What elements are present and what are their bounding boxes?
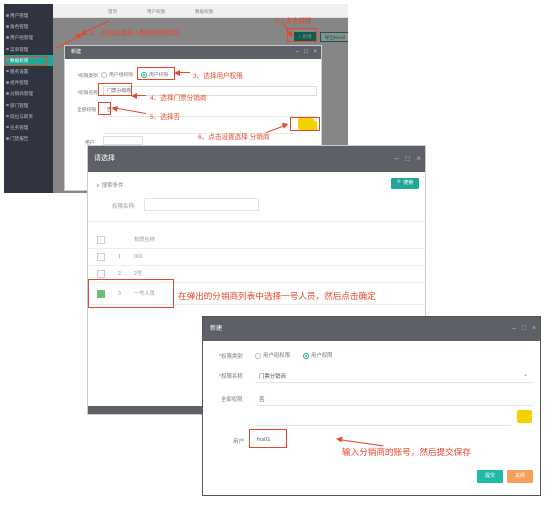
divider xyxy=(255,405,533,406)
name-label: *权限名称 xyxy=(77,91,99,96)
chevron-down-icon[interactable]: ⌄ xyxy=(523,371,528,378)
row-checkbox[interactable] xyxy=(97,253,105,261)
close-icon[interactable]: × xyxy=(532,317,536,341)
radio-group-option[interactable]: 用户组权限 xyxy=(255,351,290,359)
minimize-icon[interactable]: – xyxy=(512,317,516,341)
minimize-icon[interactable]: – xyxy=(395,146,399,172)
sidebar-item[interactable]: 用户组管理 xyxy=(4,32,53,43)
select-distributor-button[interactable] xyxy=(517,410,532,423)
callout-select: 在弹出的分销商列表中选择一号人员，然后点击确定 xyxy=(178,291,376,301)
select-all-checkbox[interactable] xyxy=(97,236,105,244)
sidebar-item[interactable]: 门禁报告 xyxy=(4,133,53,144)
new-permission-filled-dialog: 新建 – □ × *权限类别 用户组权限 用户权限 *权限名称 门票分销商 ⌄ … xyxy=(202,316,541,496)
highlight-row xyxy=(88,279,174,308)
sidebar-item[interactable]: 分销商管理 xyxy=(4,88,53,99)
radio-group-option[interactable]: 用户组权限 xyxy=(101,71,133,78)
search-button-label: 搜索 xyxy=(403,180,414,186)
table-row[interactable]: 1 003 xyxy=(88,249,425,266)
dialog-title: 请选择 xyxy=(94,155,115,162)
maximize-icon[interactable]: □ xyxy=(522,317,526,341)
sidebar-item[interactable]: 部门管理 xyxy=(4,100,53,111)
maximize-icon[interactable]: □ xyxy=(405,146,410,172)
divider xyxy=(103,116,317,117)
name-select[interactable]: 门票分销商 xyxy=(259,372,286,380)
callout-6: 6、点击设置选择 分销商 xyxy=(198,134,270,141)
divider xyxy=(255,425,510,426)
radio-selected-icon xyxy=(303,352,309,359)
submit-button[interactable]: 提交 xyxy=(477,470,503,483)
all-select[interactable]: 否 xyxy=(259,395,264,403)
highlight-data-permission xyxy=(5,56,47,66)
highlight-user-input xyxy=(249,429,287,448)
callout-3: 3、选择用户权限 xyxy=(193,73,243,80)
callout-input: 输入分销商的账号，然后提交保存 xyxy=(342,447,471,457)
close-button[interactable]: 关闭 xyxy=(507,470,533,483)
radio-user-option[interactable]: 用户权限 xyxy=(303,351,333,359)
tab-home[interactable]: 首页 xyxy=(108,7,117,16)
callout-1: 1、点击设置进入数据权限页面 xyxy=(90,30,180,37)
sidebar-item[interactable]: 角色管理 xyxy=(4,21,53,32)
close-icon[interactable]: × xyxy=(313,46,317,59)
type-label: *权限类别 xyxy=(77,74,99,79)
close-icon[interactable]: × xyxy=(416,146,421,172)
type-label: *权限类别 xyxy=(219,354,243,360)
radio-label: 用户权限 xyxy=(311,353,333,359)
sidebar: 用户管理 角色管理 用户组管理 菜单管理 数据权限 服务设置 组件管理 分销商管理 部门管理 岗位… xyxy=(4,4,53,193)
divider xyxy=(88,221,425,222)
radio-label: 用户组权限 xyxy=(263,353,290,359)
search-header-label: 搜索条件 xyxy=(101,183,124,189)
name-label: *权限名称 xyxy=(219,374,243,380)
row-name: 003 xyxy=(134,254,143,260)
sidebar-item[interactable]: 组件管理 xyxy=(4,77,53,88)
highlight-user-permission xyxy=(137,67,175,80)
row-index: 1 xyxy=(118,254,121,260)
sidebar-item[interactable]: 任务管理 xyxy=(4,122,53,133)
row-checkbox[interactable] xyxy=(97,270,105,278)
column-header: 权限名称 xyxy=(134,237,155,243)
callout-4: 4、选择门票分销商 xyxy=(150,95,207,102)
sidebar-item[interactable]: 服务设置 xyxy=(4,66,53,77)
all-label: 全部权限 xyxy=(77,108,97,113)
minimize-icon[interactable]: – xyxy=(296,46,299,59)
radio-label: 用户组权限 xyxy=(109,73,133,78)
callout-5: 5、选择否 xyxy=(150,114,181,121)
tab-user-permission[interactable]: 用户权限 xyxy=(147,7,165,16)
dialog-title: 新建 xyxy=(71,49,82,55)
radio-icon xyxy=(255,352,261,359)
tab-data-permission[interactable]: 数据权限 xyxy=(195,7,213,16)
divider xyxy=(255,382,533,383)
all-label: 全部权限 xyxy=(221,397,243,403)
sidebar-item[interactable]: 菜单管理 xyxy=(4,44,53,55)
highlight-name xyxy=(98,83,132,96)
dialog-title: 新建 xyxy=(210,326,223,332)
highlight-no xyxy=(98,102,111,115)
search-input[interactable] xyxy=(144,198,259,211)
maximize-icon[interactable]: □ xyxy=(304,46,308,59)
sidebar-item[interactable]: 岗位与职责 xyxy=(4,111,53,122)
arrow-4 xyxy=(133,95,146,96)
radio-icon xyxy=(101,71,107,78)
search-header[interactable]: ∨ 搜索条件 xyxy=(96,181,124,189)
sidebar-item[interactable]: 用户管理 xyxy=(4,10,53,21)
table-header: 权限名称 xyxy=(88,232,425,249)
select-distributor-icon xyxy=(298,118,314,130)
user-input[interactable] xyxy=(103,136,143,145)
callout-2: 2、点击新增 xyxy=(275,18,312,25)
search-button[interactable]: 🔍搜索 xyxy=(391,178,419,189)
arrow-3 xyxy=(176,72,190,73)
search-field-label: 权限名称: xyxy=(112,204,136,210)
user-label: 用户 xyxy=(233,439,245,445)
